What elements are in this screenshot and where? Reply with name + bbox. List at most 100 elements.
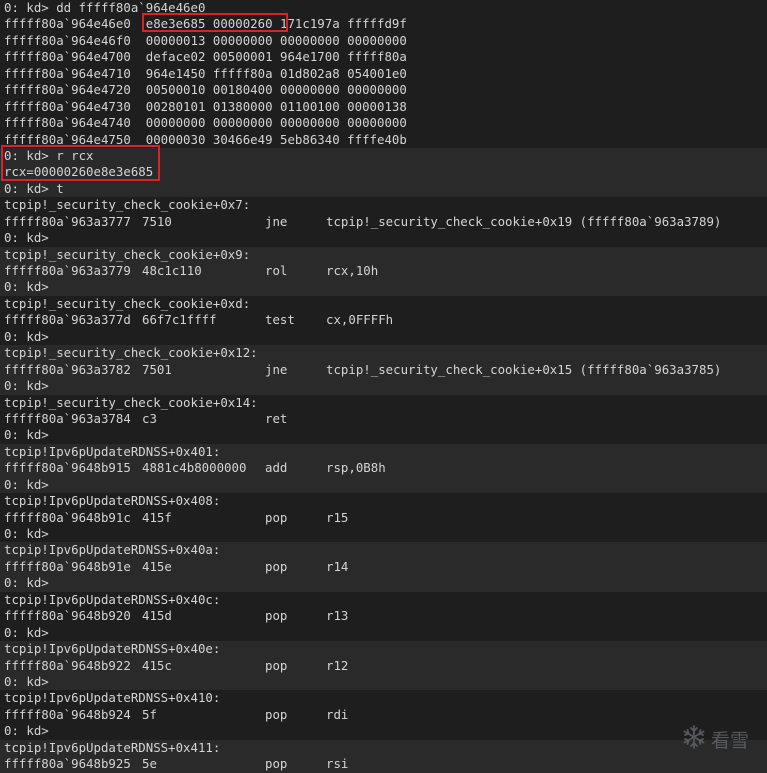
trace-symbol-line: tcpip!_security_check_cookie+0xd:: [0, 296, 767, 312]
highlight-box-cookie-value: [142, 13, 288, 32]
instruction-address: fffff80a`9648b91e: [4, 558, 131, 574]
trace-symbol: tcpip!_security_check_cookie+0x9:: [4, 246, 251, 262]
instruction-address: fffff80a`963a3782: [4, 361, 131, 377]
memory-dump-text: fffff80a`964e4720 00500010 00180400 0000…: [4, 82, 407, 98]
memory-dump-text: fffff80a`964e46f0 00000013 00000000 0000…: [4, 32, 407, 48]
instruction-mnemonic: test: [265, 312, 295, 328]
trace-symbol: tcpip!Ipv6pUpdateRDNSS+0x40e:: [4, 641, 221, 657]
instruction-bytes: 4881c4b8000000: [142, 460, 247, 476]
instruction-address: fffff80a`963a3779: [4, 263, 131, 278]
trace-instruction-line: fffff80a`9648b924 5f pop rdi: [0, 707, 767, 723]
instruction-address: fffff80a`963a3784: [4, 410, 131, 426]
trace-instruction-line: fffff80a`9648b920 415d pop r13: [0, 608, 767, 624]
instruction-bytes: 5e: [142, 756, 157, 772]
prompt-text: 0: kd>: [4, 427, 49, 443]
instruction-bytes: 415e: [142, 558, 172, 574]
instruction-mnemonic: pop: [265, 608, 288, 624]
prompt-text: 0: kd>: [4, 230, 49, 246]
memory-dump-row: fffff80a`964e4700 deface02 00500001 964e…: [0, 49, 767, 65]
instruction-bytes: 66f7c1ffff: [142, 312, 217, 328]
prompt-text: 0: kd>: [4, 673, 49, 689]
prompt-text: 0: kd>: [4, 476, 49, 492]
trace-instruction-line: fffff80a`9648b915 4881c4b8000000 add rsp,0B…: [0, 460, 767, 477]
trace-symbol: tcpip!_security_check_cookie+0xd:: [4, 295, 251, 311]
memory-dump-row: fffff80a`964e4730 00280101 01380000 0110…: [0, 99, 767, 115]
prompt-line: 0: kd>: [0, 673, 767, 691]
memory-dump-text: fffff80a`964e4730 00280101 01380000 0110…: [4, 98, 407, 114]
prompt-text: 0: kd>: [4, 328, 49, 344]
memory-dump-row: fffff80a`964e46f0 00000013 00000000 0000…: [0, 33, 767, 49]
trace-instruction-line: fffff80a`9648b925 5e pop rsi: [0, 756, 767, 773]
instruction-operands: r14: [326, 558, 349, 574]
instruction-bytes: 415f: [142, 509, 172, 525]
trace-symbol-line: tcpip!_security_check_cookie+0x12:: [0, 345, 767, 362]
instruction-mnemonic: jne: [265, 213, 288, 229]
trace-symbol: tcpip!_security_check_cookie+0x12:: [4, 345, 258, 361]
instruction-address: fffff80a`9648b915: [4, 460, 131, 476]
trace-symbol-line: tcpip!_security_check_cookie+0x7:: [0, 197, 767, 213]
instruction-bytes: 48c1c110: [142, 263, 202, 278]
prompt-text: 0: kd>: [4, 526, 49, 541]
instruction-mnemonic: pop: [265, 558, 288, 574]
watermark-text: 看雪: [710, 730, 749, 752]
prompt-text: 0: kd>: [4, 378, 49, 394]
instruction-mnemonic: add: [265, 460, 288, 476]
highlight-box-rcx: [1, 145, 160, 181]
prompt-text: 0: kd>: [4, 279, 49, 295]
trace-symbol-line: tcpip!Ipv6pUpdateRDNSS+0x40c:: [0, 592, 767, 608]
prompt-line: 0: kd>: [0, 230, 767, 246]
trace-instruction-line: fffff80a`9648b91c 415f pop r15: [0, 510, 767, 526]
prompt-line: 0: kd>: [0, 476, 767, 494]
prompt-line: 0: kd>: [0, 427, 767, 443]
instruction-mnemonic: pop: [265, 509, 288, 525]
command-line: 0: kd> dd fffff80a`964e46e0: [0, 0, 767, 16]
instruction-address: fffff80a`9648b925: [4, 756, 131, 772]
trace-symbol: tcpip!_security_check_cookie+0x7:: [4, 197, 251, 213]
memory-dump-row: fffff80a`964e4740 00000000 00000000 0000…: [0, 115, 767, 131]
instruction-address: fffff80a`9648b922: [4, 657, 131, 673]
instruction-address: fffff80a`9648b920: [4, 608, 131, 624]
trace-symbol-line: tcpip!Ipv6pUpdateRDNSS+0x408:: [0, 493, 767, 509]
prompt-text: 0: kd>: [4, 723, 49, 739]
instruction-mnemonic: pop: [265, 706, 288, 722]
memory-dump-text: fffff80a`964e4740 00000000 00000000 0000…: [4, 115, 407, 131]
memory-dump-text: fffff80a`964e4700 deface02 00500001 964e…: [4, 49, 407, 65]
memory-dump-row: fffff80a`964e46e0 e8e3e685 00000260 171c…: [0, 16, 767, 32]
instruction-mnemonic: pop: [265, 657, 288, 673]
instruction-bytes: 415d: [142, 608, 172, 624]
instruction-operands: r13: [326, 608, 349, 624]
trace-symbol-line: tcpip!_security_check_cookie+0x9:: [0, 246, 767, 263]
trace-instruction-line: fffff80a`963a3782 7501 jne tcpip!_security_…: [0, 361, 767, 379]
trace-instruction-line: fffff80a`963a3777 7510 jne tcpip!_security_…: [0, 214, 767, 230]
memory-dump-row: fffff80a`964e4710 964e1450 fffff80a 01d8…: [0, 66, 767, 82]
instruction-bytes: c3: [142, 410, 157, 426]
instruction-bytes: 415c: [142, 657, 172, 673]
instruction-address: fffff80a`963a377d: [4, 312, 131, 328]
trace-instruction-line: fffff80a`963a3784 c3 ret: [0, 411, 767, 427]
snowflake-icon: [681, 724, 707, 755]
prompt-line: 0: kd>: [0, 329, 767, 345]
trace-symbol: tcpip!Ipv6pUpdateRDNSS+0x401:: [4, 443, 221, 459]
trace-symbol: tcpip!_security_check_cookie+0x14:: [4, 394, 258, 410]
trace-symbol-line: tcpip!Ipv6pUpdateRDNSS+0x411:: [0, 739, 767, 757]
instruction-operands: r12: [326, 657, 349, 673]
instruction-address: fffff80a`963a3777: [4, 213, 131, 229]
trace-symbol: tcpip!Ipv6pUpdateRDNSS+0x411:: [4, 739, 221, 755]
instruction-operands: rcx,10h: [326, 263, 379, 278]
prompt-line: 0: kd>: [0, 575, 767, 592]
prompt-line: 0: kd>: [0, 378, 767, 395]
instruction-address: fffff80a`9648b924: [4, 706, 131, 722]
trace-instruction-line: fffff80a`9648b922 415c pop r12: [0, 657, 767, 674]
debugger-console: 0: kd> dd fffff80a`964e46e0 fffff80a`964e…: [0, 0, 767, 773]
instruction-bytes: 7510: [142, 213, 172, 229]
command-line: 0: kd> t: [0, 180, 767, 198]
trace-symbol: tcpip!Ipv6pUpdateRDNSS+0x408:: [4, 493, 221, 509]
trace-symbol-line: tcpip!Ipv6pUpdateRDNSS+0x40e:: [0, 641, 767, 658]
instruction-operands: cx,0FFFFh: [326, 312, 394, 328]
prompt-text: 0: kd>: [4, 624, 49, 640]
prompt-line: 0: kd>: [0, 723, 767, 739]
trace-symbol: tcpip!Ipv6pUpdateRDNSS+0x40a:: [4, 542, 221, 558]
trace-symbol: tcpip!Ipv6pUpdateRDNSS+0x40c:: [4, 591, 221, 607]
watermark: 看雪: [681, 724, 749, 755]
prompt-line: 0: kd>: [0, 526, 767, 542]
